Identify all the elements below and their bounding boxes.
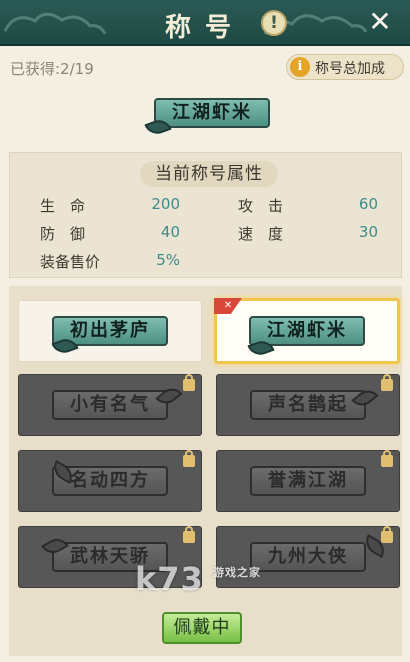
title-banner: 小有名气 [19,375,201,435]
attr-value-defense: 40 [160,223,180,241]
title-name: 声名鹊起 [250,390,366,420]
attr-value-speed: 30 [358,223,378,241]
title-banner: 誉满江湖 [217,451,399,511]
watermark-sub: 游戏之家 [213,566,261,579]
info-icon: i [290,57,310,77]
watermark-main: k73 [135,560,204,598]
attr-label-defense: 防 御 [40,225,86,243]
title-card-6[interactable]: 誉满江湖 [216,450,400,512]
title-header: 称号 ! ✕ [0,0,410,46]
attr-label-speed: 速 度 [238,225,284,243]
title-card-5[interactable]: 名动四方 [18,450,202,512]
title-banner: 江湖虾米 [217,301,397,361]
total-bonus-label: 称号总加成 [315,61,385,77]
attr-label-hp: 生 命 [40,197,86,215]
attr-label-sell-price: 装备售价 [40,253,101,271]
close-icon[interactable]: ✕ [366,8,394,36]
title-banner: 声名鹊起 [217,375,399,435]
title-card-4[interactable]: 声名鹊起 [216,374,400,436]
attr-value-attack: 60 [358,195,378,213]
attribute-box: 当前称号属性 生 命 200 攻 击 60 防 御 40 速 度 30 装备售价… [9,152,402,278]
exclamation-icon[interactable]: ! [261,10,287,36]
attribute-heading: 当前称号属性 [140,161,278,187]
title-banner: 初出茅庐 [19,301,201,361]
total-bonus-button[interactable]: i 称号总加成 [286,54,404,80]
title-name: 誉满江湖 [250,466,366,496]
page-title: 称号 [164,13,245,43]
current-title-text: 江湖虾米 [154,98,270,128]
title-card-1[interactable]: 初出茅庐 [18,300,202,362]
title-grid: 初出茅庐 ✕ 江湖虾米 小有名气 声名鹊起 名动四方 誉满江湖 武林天骄 九州大… [9,286,402,656]
attr-value-hp: 200 [151,195,180,213]
title-card-3[interactable]: 小有名气 [18,374,202,436]
attr-value-sell-price: 5% [156,251,180,269]
title-name: 小有名气 [52,390,168,420]
title-banner: 名动四方 [19,451,201,511]
title-card-2[interactable]: ✕ 江湖虾米 [214,298,400,364]
obtained-count: 已获得:2/19 [10,60,94,78]
site-watermark: k73 游戏之家 [135,560,295,600]
current-title-banner: 江湖虾米 [144,98,274,138]
wearing-button[interactable]: 佩戴中 [162,612,242,644]
title-panel: 已获得:2/19 i 称号总加成 江湖虾米 当前称号属性 生 命 200 攻 击… [0,46,410,662]
attr-label-attack: 攻 击 [238,197,284,215]
